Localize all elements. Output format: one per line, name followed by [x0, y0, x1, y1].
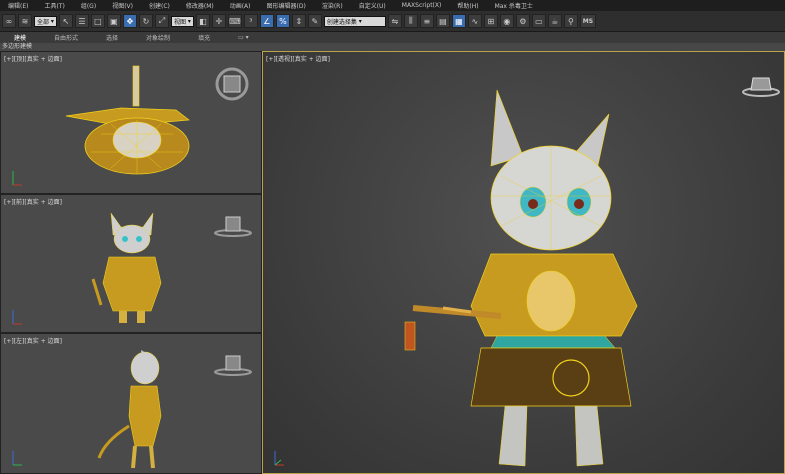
menu-group[interactable]: 组(G)	[73, 1, 104, 10]
render-production-icon[interactable]: ☕	[547, 14, 562, 28]
menu-customize[interactable]: 自定义(U)	[351, 1, 394, 10]
curve-editor-icon[interactable]: ∿	[467, 14, 482, 28]
edit-named-sel-icon[interactable]: ✎	[307, 14, 322, 28]
main-toolbar: ∞ ≋ 全部 ▾ ↖ ☰ □ ▣ ✥ ↻ ⤢ 视图 ▾ ◧ ✛ ⌨ ³ ∠ % …	[0, 11, 785, 32]
mirror-icon[interactable]: ⇋	[387, 14, 402, 28]
viewport-perspective-label[interactable]: [+][透视][真实 + 边面]	[266, 54, 330, 63]
ribbon-tabs: 建模 自由形式 选择 对象绘制 填充 ▭ ▾	[0, 32, 785, 43]
viewport-top[interactable]: [+][顶][真实 + 边面]	[0, 51, 262, 194]
coord-system-dropdown[interactable]: 视图 ▾	[170, 15, 194, 27]
render-iterative-icon[interactable]: ⚲	[563, 14, 578, 28]
bind-spacewarp-icon[interactable]: ≋	[18, 14, 32, 28]
menu-bar: 编辑(E) 工具(T) 组(G) 视图(V) 创建(C) 修改器(M) 动画(A…	[0, 0, 785, 11]
viewcube-left-icon[interactable]	[213, 354, 253, 378]
menu-graph-editors[interactable]: 图形编辑器(D)	[259, 1, 314, 10]
menu-maxscript[interactable]: MAXScript(X)	[394, 2, 450, 9]
maxscript-label: MS	[582, 17, 594, 25]
percent-snap-icon[interactable]: %	[275, 14, 290, 28]
named-selection-value: 创建选择集	[326, 18, 357, 26]
named-selection-dropdown[interactable]: 创建选择集 ▾	[323, 15, 386, 27]
menu-edit[interactable]: 编辑(E)	[0, 1, 36, 10]
spinner-snap-icon[interactable]: ⇕	[291, 14, 306, 28]
viewcube-front-icon[interactable]	[213, 215, 253, 239]
pivot-icon[interactable]: ◧	[195, 14, 210, 28]
model-left-icon	[97, 350, 162, 469]
window-crossing-icon[interactable]: ▣	[106, 14, 121, 28]
toggle-scene-explorer-icon[interactable]: ▤	[435, 14, 450, 28]
render-setup-icon[interactable]: ⚙	[515, 14, 530, 28]
layer-explorer-icon[interactable]: ≡	[419, 14, 434, 28]
viewport-top-label[interactable]: [+][顶][真实 + 边面]	[4, 54, 62, 63]
axis-gizmo-icon	[12, 171, 22, 186]
graphite-ribbon-icon[interactable]: ▦	[451, 14, 466, 28]
menu-create[interactable]: 创建(C)	[141, 1, 178, 10]
axis-gizmo-icon	[12, 310, 22, 325]
snap-toggle-icon[interactable]: ³	[243, 14, 258, 28]
menu-help[interactable]: 帮助(H)	[449, 1, 486, 10]
material-editor-icon[interactable]: ◉	[499, 14, 514, 28]
viewport-perspective[interactable]: [+][透视][真实 + 边面]	[262, 51, 785, 474]
align-icon[interactable]: ⫼	[403, 14, 418, 28]
viewport-left-label[interactable]: [+][左][真实 + 边面]	[4, 336, 62, 345]
viewport-front[interactable]: [+][前][真实 + 边面]	[0, 194, 262, 333]
viewcube-top-icon[interactable]	[214, 66, 250, 102]
viewcube-persp-icon[interactable]	[741, 74, 781, 98]
tab-freeform[interactable]: 自由形式	[40, 33, 92, 42]
ribbon-subpanel: 多边形建模	[0, 43, 785, 51]
viewport-front-label[interactable]: [+][前][真实 + 边面]	[4, 197, 62, 206]
scale-icon[interactable]: ⤢	[154, 14, 169, 28]
model-top-icon	[65, 65, 190, 175]
rotate-icon[interactable]: ↻	[138, 14, 153, 28]
coord-system-value: 视图	[173, 18, 186, 26]
axis-gizmo-icon	[274, 451, 284, 466]
tab-selection[interactable]: 选择	[92, 33, 132, 42]
rect-selection-icon[interactable]: □	[90, 14, 105, 28]
ribbon-options-icon[interactable]: ▭ ▾	[224, 34, 263, 41]
select-manipulate-icon[interactable]: ✛	[211, 14, 226, 28]
select-object-icon[interactable]: ↖	[58, 14, 73, 28]
link-icon[interactable]: ∞	[2, 14, 16, 28]
viewport-left[interactable]: [+][左][真实 + 边面]	[0, 333, 262, 474]
maxscript-button[interactable]: MS	[579, 14, 596, 28]
select-by-name-icon[interactable]: ☰	[74, 14, 89, 28]
selection-filter-value: 全部	[37, 18, 50, 26]
selection-filter-dropdown[interactable]: 全部 ▾	[34, 15, 57, 27]
tab-modeling[interactable]: 建模	[0, 33, 40, 42]
polygon-modeling-label[interactable]: 多边形建模	[2, 43, 32, 50]
menu-animation[interactable]: 动画(A)	[222, 1, 259, 10]
tab-object-paint[interactable]: 对象绘制	[132, 33, 184, 42]
move-icon[interactable]: ✥	[122, 14, 137, 28]
keyboard-shortcut-icon[interactable]: ⌨	[227, 14, 242, 28]
menu-modifiers[interactable]: 修改器(M)	[178, 1, 222, 10]
model-perspective-icon	[404, 89, 638, 467]
menu-antivirus[interactable]: Max 杀毒卫士	[487, 1, 541, 10]
schematic-view-icon[interactable]: ⊞	[483, 14, 498, 28]
menu-rendering[interactable]: 渲染(R)	[314, 1, 351, 10]
menu-views[interactable]: 视图(V)	[104, 1, 141, 10]
menu-tools[interactable]: 工具(T)	[36, 1, 72, 10]
angle-snap-icon[interactable]: ∠	[259, 14, 274, 28]
model-front-icon	[91, 212, 162, 323]
axis-gizmo-icon	[12, 451, 22, 466]
tab-populate[interactable]: 填充	[184, 33, 224, 42]
rendered-frame-icon[interactable]: ▭	[531, 14, 546, 28]
